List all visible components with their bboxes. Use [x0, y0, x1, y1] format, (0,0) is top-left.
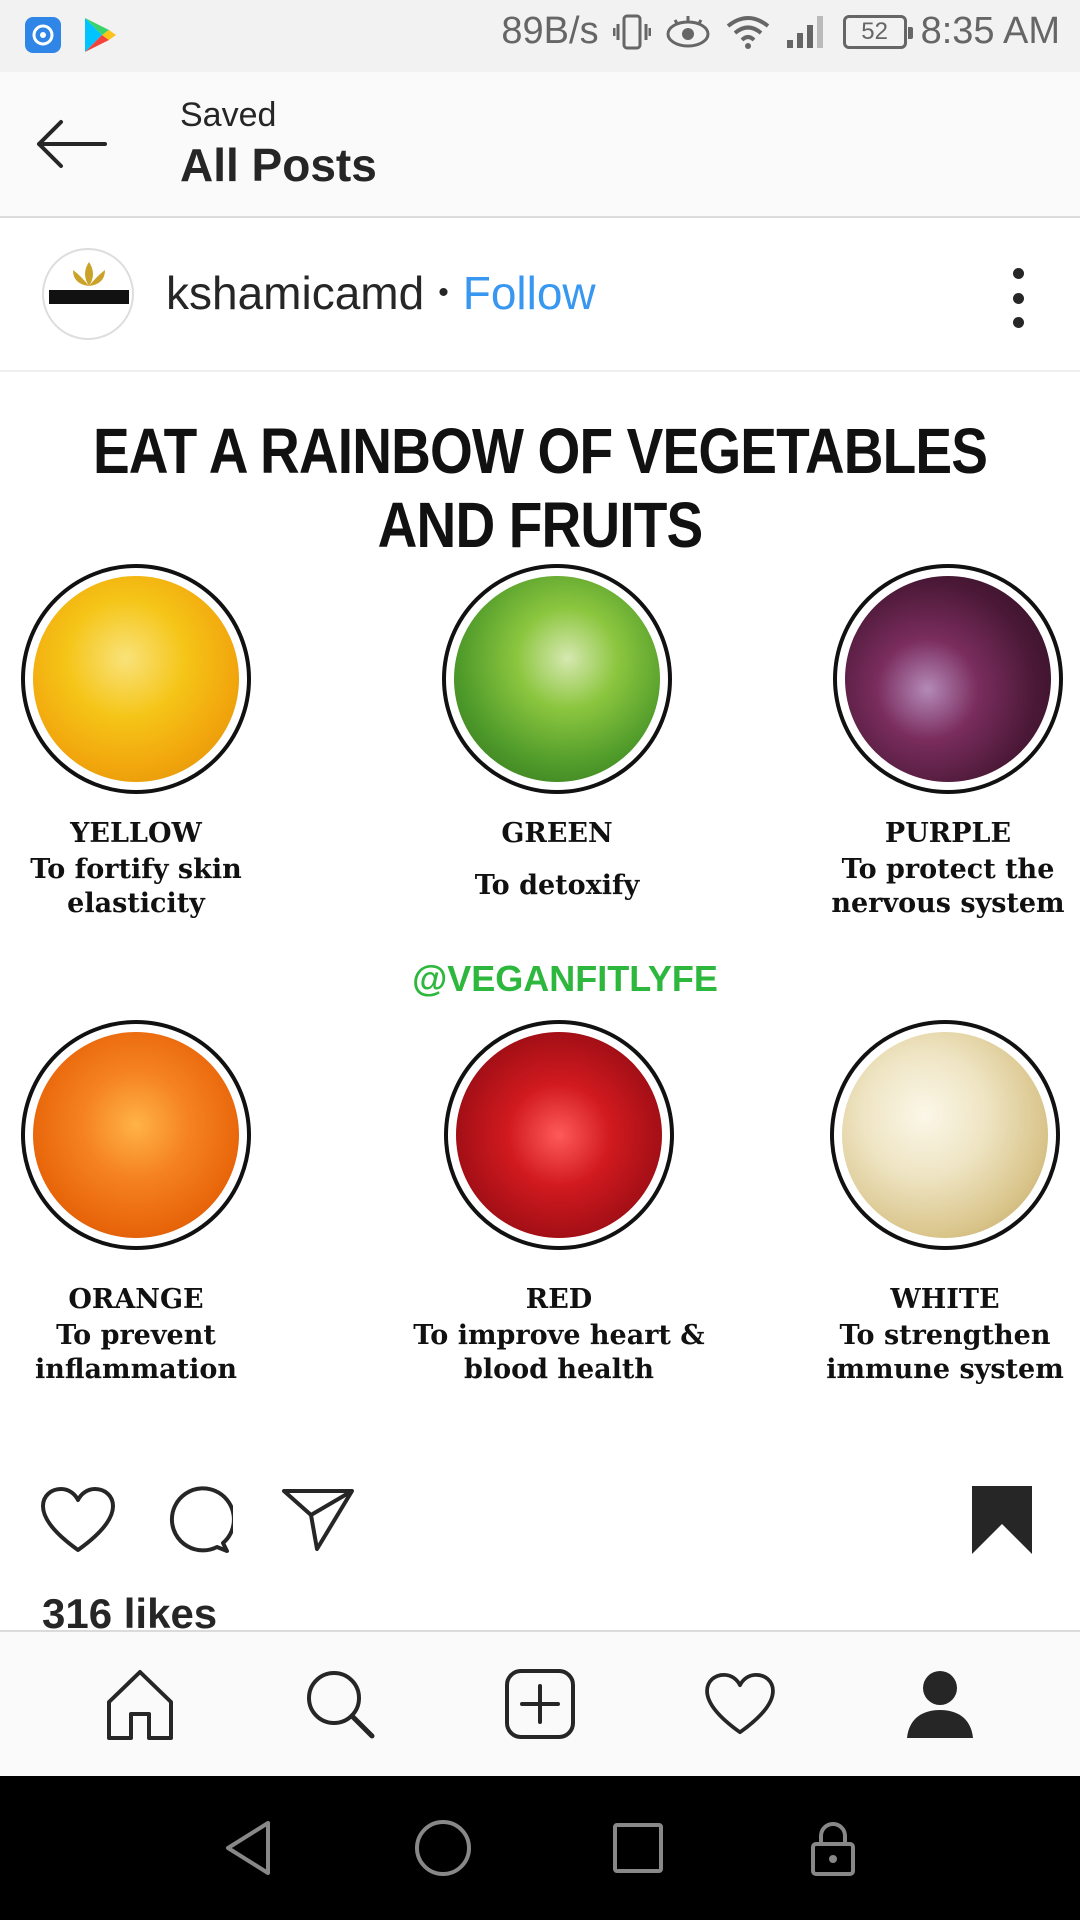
like-button[interactable] [38, 1480, 118, 1560]
status-left [24, 16, 118, 59]
purple-bowl [833, 564, 1063, 794]
watermark-handle: @VEGANFITLYFE [412, 958, 718, 999]
system-nav-bar [0, 1776, 1080, 1920]
nav-home-button[interactable] [90, 1654, 190, 1754]
yellow-bowl [21, 564, 251, 794]
food-color-label: GREEN [501, 818, 613, 849]
food-description: To strengthen immune system [826, 1320, 1064, 1385]
vibrate-icon [612, 12, 651, 52]
food-color-label: PURPLE [884, 818, 1012, 849]
heart-outline-icon [705, 1672, 775, 1735]
bottom-nav [0, 1630, 1080, 1776]
food-item-green: GREEN To detoxify [427, 564, 687, 903]
play-store-icon [82, 16, 118, 59]
orange-bowl [21, 1020, 251, 1250]
more-vertical-dot [1012, 317, 1024, 328]
avatar-band [49, 290, 129, 304]
food-description: To prevent inflammation [34, 1320, 237, 1385]
top-header: Saved All Posts [0, 72, 1080, 218]
battery-indicator: 52 [842, 14, 913, 49]
nav-activity-button[interactable] [690, 1654, 790, 1754]
white-bowl [830, 1020, 1060, 1250]
paper-plane-icon [282, 1489, 354, 1551]
status-bar: 89B/s 52 8:35 AM [0, 0, 1080, 72]
heart-icon [41, 1487, 115, 1552]
circle-home-icon [414, 1820, 471, 1876]
save-button[interactable] [962, 1480, 1042, 1560]
post-actions [0, 1470, 1080, 1570]
app-notification-icon [24, 16, 62, 59]
square-recents-icon [612, 1823, 663, 1873]
more-options-button[interactable] [1006, 268, 1030, 328]
white-produce-image [842, 1032, 1048, 1238]
clock: 8:35 AM [920, 10, 1060, 52]
add-post-icon [505, 1669, 575, 1739]
nav-search-button[interactable] [290, 1654, 390, 1754]
yellow-produce-image [33, 576, 239, 782]
share-button[interactable] [278, 1480, 358, 1560]
food-item-yellow: YELLOW To fortify skin elasticity [6, 564, 266, 921]
follow-button[interactable]: Follow [463, 266, 596, 320]
system-lock-button[interactable] [793, 1808, 873, 1888]
page-title: All Posts [180, 139, 377, 191]
image-headline: EAT A RAINBOW OF VEGETABLES AND FRUITS [92, 415, 988, 561]
signal-icon [785, 14, 829, 50]
back-button[interactable] [30, 112, 110, 176]
food-description: To fortify skin elasticity [30, 854, 242, 919]
system-recents-button[interactable] [598, 1808, 678, 1888]
more-vertical-dot [1012, 292, 1024, 304]
food-description: To protect the nervous system [831, 854, 1065, 919]
orange-produce-image [33, 1032, 239, 1238]
post-user-line: kshamicamd • Follow [166, 266, 596, 320]
nav-profile-button[interactable] [890, 1654, 990, 1754]
home-icon [107, 1670, 173, 1740]
profile-icon [907, 1671, 973, 1738]
system-back-button[interactable] [208, 1808, 288, 1888]
food-description: To detoxify [474, 870, 640, 901]
purple-produce-image [845, 576, 1051, 782]
more-vertical-icon [1012, 268, 1024, 279]
food-color-label: RED [525, 1284, 593, 1315]
food-item-purple: PURPLE To protect the nervous system [818, 564, 1078, 921]
post-header: kshamicamd • Follow [0, 218, 1080, 372]
red-produce-image [456, 1032, 662, 1238]
status-right: 89B/s 52 8:35 AM [501, 10, 1060, 53]
search-icon [307, 1671, 375, 1739]
bookmark-icon [972, 1486, 1032, 1554]
food-color-label: ORANGE [68, 1284, 204, 1315]
header-subtitle: Saved [180, 96, 277, 134]
comment-button[interactable] [158, 1480, 238, 1560]
red-bowl [444, 1020, 674, 1250]
food-item-red: RED To improve heart & blood health [413, 1020, 705, 1387]
comment-icon [169, 1486, 233, 1553]
food-item-orange: ORANGE To prevent inflammation [6, 1020, 266, 1387]
avatar[interactable] [42, 248, 134, 340]
food-description: To improve heart & blood health [413, 1320, 705, 1385]
eye-icon [665, 14, 711, 50]
separator-dot: • [438, 276, 449, 309]
net-speed: 89B/s [501, 10, 599, 52]
green-bowl [442, 564, 672, 794]
triangle-back-icon [225, 1821, 270, 1875]
nav-add-post-button[interactable] [490, 1654, 590, 1754]
food-item-white: WHITE To strengthen immune system [815, 1020, 1075, 1387]
wifi-icon [725, 14, 771, 50]
username-link[interactable]: kshamicamd [166, 266, 424, 320]
food-color-label: YELLOW [70, 818, 202, 849]
food-color-label: WHITE [890, 1284, 1000, 1315]
post-image[interactable]: EAT A RAINBOW OF VEGETABLES AND FRUITS Y… [0, 374, 1080, 1444]
lock-icon [810, 1822, 855, 1876]
green-produce-image [454, 576, 660, 782]
system-home-button[interactable] [403, 1808, 483, 1888]
arrow-left-icon [37, 120, 107, 168]
